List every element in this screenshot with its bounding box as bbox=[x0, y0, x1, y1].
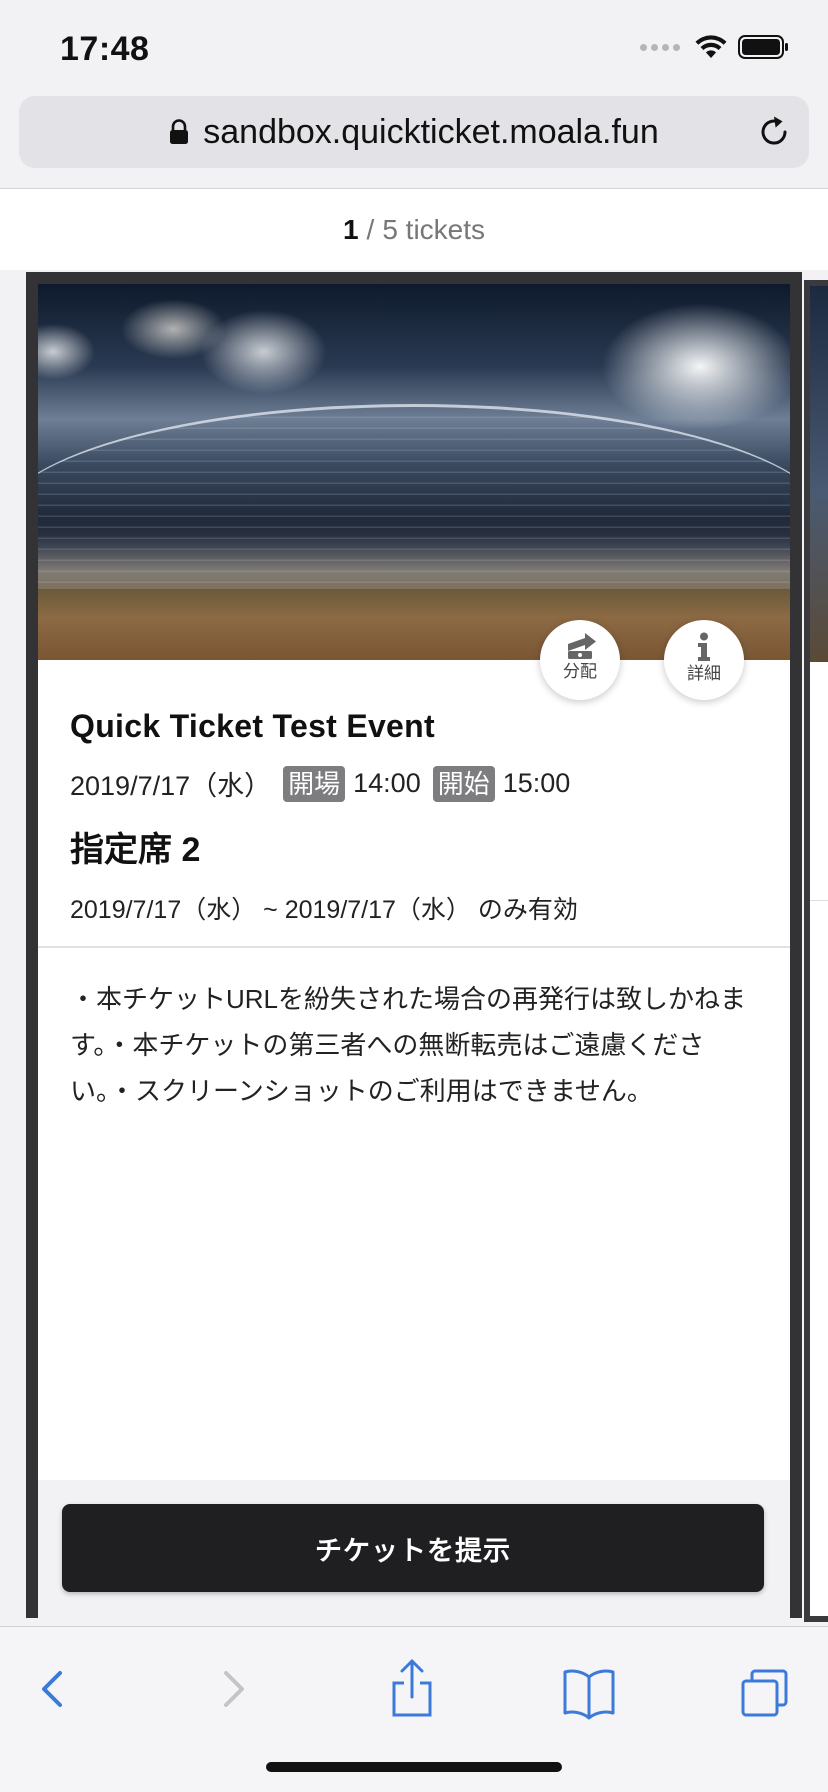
distribute-label: 分配 bbox=[563, 662, 597, 681]
start-tag: 開始 bbox=[432, 765, 495, 802]
event-title: Quick Ticket Test Event bbox=[70, 708, 435, 744]
seat-name: 指定席 2 bbox=[70, 831, 201, 869]
forward-chevron-icon[interactable] bbox=[218, 1657, 250, 1721]
divider bbox=[38, 946, 790, 948]
url-text: sandbox.quickticket.moala.fun bbox=[203, 112, 659, 151]
open-time: 14:00 bbox=[353, 768, 421, 798]
back-chevron-icon[interactable] bbox=[36, 1657, 68, 1721]
lock-icon bbox=[170, 119, 189, 144]
signal-icon bbox=[640, 43, 680, 51]
stadium-photo bbox=[38, 284, 790, 660]
counter-current: 1 bbox=[342, 213, 359, 245]
url-content: sandbox.quickticket.moala.fun bbox=[19, 96, 809, 168]
share-ticket-icon bbox=[568, 633, 596, 659]
ticket-carousel[interactable]: 分配 詳細 Quick Ticket Test Event 2019/7/17（… bbox=[0, 270, 828, 1626]
event-date: 2019/7/17（水） bbox=[70, 771, 272, 801]
battery-icon bbox=[738, 35, 788, 59]
address-bar[interactable]: sandbox.quickticket.moala.fun bbox=[19, 96, 809, 168]
counter-total: 5 tickets bbox=[382, 213, 486, 245]
next-ticket-image bbox=[810, 286, 828, 662]
present-ticket-button[interactable]: チケットを提示 bbox=[62, 1504, 764, 1592]
open-tag: 開場 bbox=[283, 765, 346, 802]
share-icon[interactable] bbox=[389, 1657, 435, 1721]
status-bar: 17:48 bbox=[0, 0, 828, 94]
reload-icon[interactable] bbox=[755, 113, 793, 151]
detail-label: 詳細 bbox=[687, 664, 721, 683]
counter-separator: / bbox=[366, 213, 375, 245]
event-schedule: 2019/7/17（水） 開場 14:00 開始 15:00 bbox=[70, 764, 570, 803]
status-time: 17:48 bbox=[60, 30, 150, 68]
info-icon bbox=[698, 632, 710, 661]
home-indicator[interactable] bbox=[266, 1762, 562, 1772]
start-time: 15:00 bbox=[502, 768, 571, 798]
ticket-counter: 1 / 5 tickets bbox=[0, 188, 828, 270]
next-ticket-card[interactable] bbox=[804, 280, 828, 1622]
bookmarks-icon[interactable] bbox=[562, 1657, 616, 1721]
bottom-panel: チケットを提示 bbox=[38, 1480, 790, 1618]
ticket-card: 分配 詳細 Quick Ticket Test Event 2019/7/17（… bbox=[26, 272, 802, 1618]
tabs-icon[interactable] bbox=[738, 1657, 792, 1721]
distribute-button[interactable]: 分配 bbox=[540, 620, 620, 700]
valid-period: 2019/7/17（水） ~ 2019/7/17（水） のみ有効 bbox=[70, 896, 578, 924]
wifi-icon bbox=[695, 35, 727, 58]
next-ticket-divider bbox=[810, 900, 828, 901]
detail-button[interactable]: 詳細 bbox=[664, 620, 744, 700]
status-icons bbox=[640, 34, 790, 60]
ticket-notes: ・本チケットURLを紛失された場合の再発行は致しかねます。・本チケットの第三者へ… bbox=[70, 984, 747, 1106]
